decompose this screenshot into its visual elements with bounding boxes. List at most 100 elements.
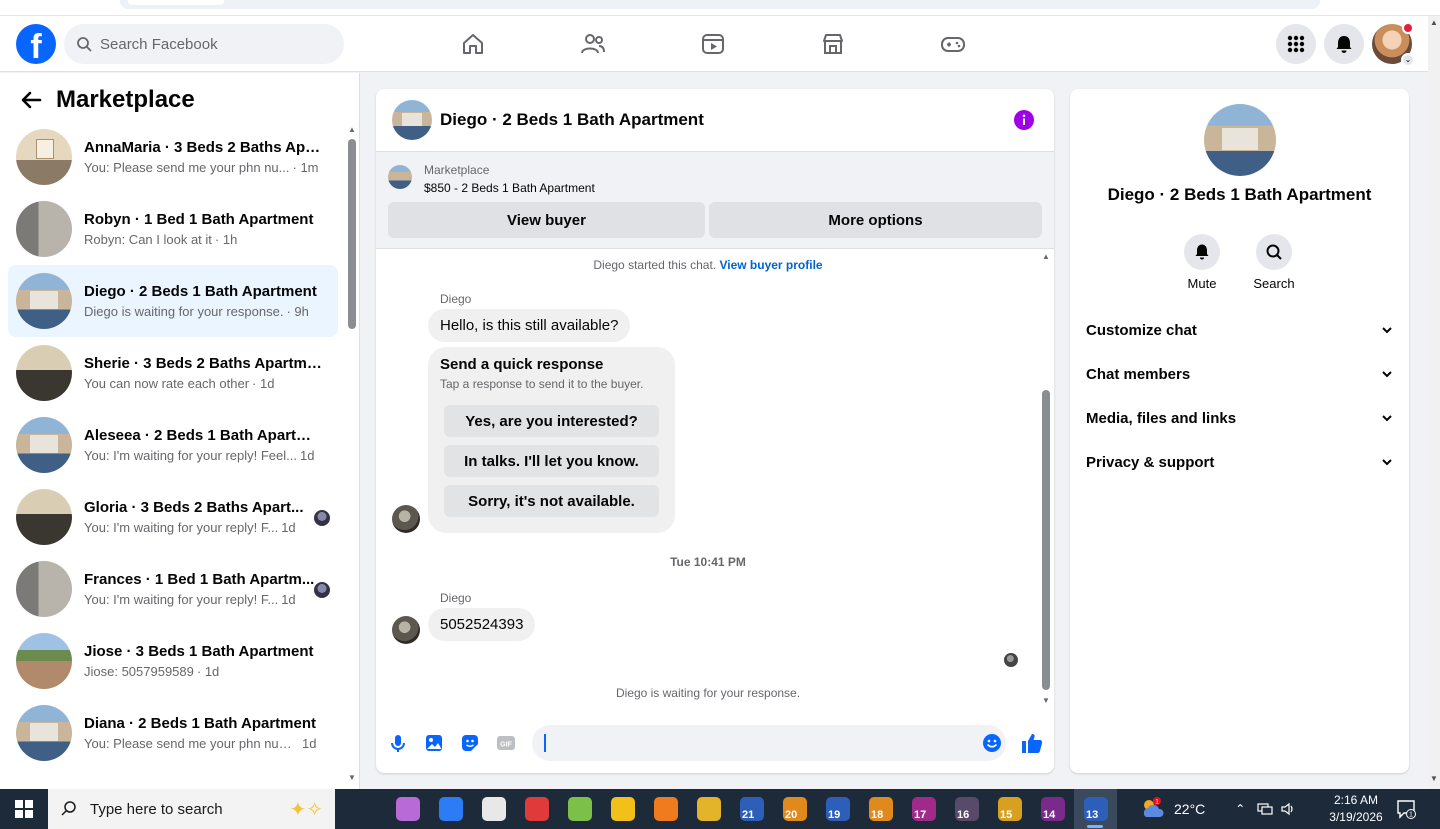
chat-header: Diego · 2 Beds 1 Bath Apartment — [376, 89, 1054, 152]
chat-avatar[interactable] — [392, 100, 432, 140]
emoji-icon[interactable] — [982, 733, 1002, 753]
search-button[interactable]: Search — [1244, 234, 1304, 291]
conversation-item[interactable]: AnnaMaria · 3 Beds 2 Baths Apa... You: Pl… — [8, 121, 338, 193]
profile-avatar[interactable]: ⌄ — [1372, 22, 1415, 67]
notifications-button[interactable] — [1324, 24, 1364, 64]
taskbar-app-task-view[interactable] — [343, 789, 386, 829]
chat-started-text: Diego started this chat. — [593, 258, 717, 272]
section-privacy-support[interactable]: Privacy & support — [1086, 440, 1393, 484]
gif-icon[interactable]: GIF — [496, 733, 516, 753]
nav-tab-home[interactable] — [413, 16, 533, 72]
taskbar-app-win-19[interactable]: 19 — [816, 789, 859, 829]
mute-label: Mute — [1187, 276, 1217, 291]
thumbs-up-icon[interactable] — [1020, 731, 1044, 755]
conversation-item[interactable]: Gloria · 3 Beds 2 Baths Apart... You: I'm… — [8, 481, 338, 553]
taskbar-app-paint[interactable] — [472, 789, 515, 829]
copilot-icon — [395, 797, 420, 821]
weather-icon[interactable]: 1 — [1140, 797, 1166, 821]
more-options-button[interactable]: More options — [709, 202, 1042, 238]
conversation-item[interactable]: Diego · 2 Beds 1 Bath Apartment Diego is … — [8, 265, 338, 337]
conversation-item[interactable]: Diana · 2 Beds 1 Bath Apartment You: Plea… — [8, 697, 338, 769]
scroll-down-arrow-icon[interactable]: ▼ — [1042, 696, 1050, 705]
details-avatar[interactable] — [1204, 104, 1276, 176]
browser-tab[interactable] — [128, 0, 224, 5]
taskbar-app-win-15[interactable]: 15 — [988, 789, 1031, 829]
scroll-down-arrow-icon[interactable]: ▼ — [1430, 774, 1438, 783]
conversation-item[interactable]: Frances · 1 Bed 1 Bath Apartm... You: I'm… — [8, 553, 338, 625]
back-button[interactable] — [16, 85, 46, 115]
taskbar-app-copilot[interactable] — [386, 789, 429, 829]
message-input-field[interactable] — [532, 725, 1006, 761]
view-buyer-button[interactable]: View buyer — [388, 202, 705, 238]
conversation-item[interactable]: Sherie · 3 Beds 2 Baths Apartment You can… — [8, 337, 338, 409]
facebook-logo[interactable]: f — [16, 24, 56, 64]
network-icon[interactable] — [1257, 802, 1273, 816]
sidebar-scrollbar[interactable]: ▲ ▼ — [346, 125, 358, 785]
nav-tab-gaming[interactable] — [893, 16, 1013, 72]
nav-tab-friends[interactable] — [533, 16, 653, 72]
mute-button[interactable]: Mute — [1172, 234, 1232, 291]
search-circle[interactable] — [1256, 234, 1292, 270]
conversation-item[interactable]: Aleseea · 2 Beds 1 Bath Apartment You: I'… — [8, 409, 338, 481]
taskbar-app-win-17[interactable]: 17 — [902, 789, 945, 829]
taskbar-app-win-14[interactable]: 14 — [1031, 789, 1074, 829]
taskbar-app-win-20[interactable]: 20 — [773, 789, 816, 829]
temperature[interactable]: 22°C — [1174, 801, 1205, 817]
search-bar[interactable] — [64, 24, 344, 64]
view-buyer-profile-link[interactable]: View buyer profile — [719, 258, 822, 272]
nav-tab-marketplace[interactable] — [773, 16, 893, 72]
taskbar-app-win-16[interactable]: 16 — [945, 789, 988, 829]
section-chat-members[interactable]: Chat members — [1086, 352, 1393, 396]
info-icon[interactable] — [1014, 110, 1034, 130]
sender-avatar[interactable] — [392, 505, 420, 533]
taskbar-app-win-18[interactable]: 18 — [859, 789, 902, 829]
notification-center-icon[interactable]: 1 — [1396, 799, 1416, 819]
taskbar-search[interactable]: Type here to search ✦✧ — [48, 789, 335, 829]
menu-button[interactable] — [1276, 24, 1316, 64]
nav-tab-video[interactable] — [653, 16, 773, 72]
sticker-icon[interactable] — [460, 733, 480, 753]
photo-icon[interactable] — [424, 733, 444, 753]
search-input[interactable] — [100, 35, 320, 53]
quick-reply-not-available[interactable]: Sorry, it's not available. — [444, 485, 659, 517]
start-button[interactable] — [0, 789, 48, 829]
volume-icon[interactable] — [1281, 802, 1297, 816]
taskbar-app-firefox[interactable] — [644, 789, 687, 829]
microphone-icon[interactable] — [388, 733, 408, 753]
taskbar-app-notepad[interactable] — [558, 789, 601, 829]
chat-title[interactable]: Diego · 2 Beds 1 Bath Apartment — [440, 110, 704, 130]
scroll-down-arrow-icon[interactable]: ▼ — [348, 773, 356, 782]
scroll-up-arrow-icon[interactable]: ▲ — [348, 125, 356, 134]
listing-price[interactable]: $850 - 2 Beds 1 Bath Apartment — [424, 181, 595, 195]
conversation-time: 1d — [281, 520, 296, 535]
quick-response-title: Send a quick response — [440, 356, 604, 373]
message-scrollbar[interactable]: ▲ ▼ — [1040, 250, 1052, 705]
section-media-files-links[interactable]: Media, files and links — [1086, 396, 1393, 440]
conversation-item[interactable]: Robyn · 1 Bed 1 Bath Apartment Robyn: Can… — [8, 193, 338, 265]
scrollbar-thumb[interactable] — [1042, 390, 1050, 690]
conversation-message: You can now rate each other — [84, 376, 250, 391]
listing-thumbnail[interactable] — [388, 165, 412, 189]
quick-reply-in-talks[interactable]: In talks. I'll let you know. — [444, 445, 659, 477]
mute-circle[interactable] — [1184, 234, 1220, 270]
taskbar-app-win-21[interactable]: 21 — [730, 789, 773, 829]
scroll-up-arrow-icon[interactable]: ▲ — [1042, 252, 1050, 261]
conversation-item[interactable]: Jiose · 3 Beds 1 Bath Apartment Jiose: 50… — [8, 625, 338, 697]
tray-chevron-up-icon[interactable]: ⌃ — [1235, 802, 1245, 816]
page-scrollbar[interactable]: ▲ ▼ — [1428, 16, 1440, 789]
taskbar-app-stack[interactable] — [515, 789, 558, 829]
section-customize-chat[interactable]: Customize chat — [1086, 308, 1393, 352]
taskbar-app-app-x[interactable] — [687, 789, 730, 829]
taskbar-app-win-13[interactable]: 13 — [1074, 789, 1117, 829]
quick-reply-yes[interactable]: Yes, are you interested? — [444, 405, 659, 437]
scroll-up-arrow-icon[interactable]: ▲ — [1430, 18, 1438, 27]
message-bubble[interactable]: Hello, is this still available? — [428, 309, 631, 342]
message-input[interactable] — [544, 733, 964, 750]
taskbar-app-maps[interactable] — [429, 789, 472, 829]
system-clock[interactable]: 2:16 AM 3/19/2026 — [1318, 792, 1394, 826]
browser-address-area — [120, 0, 1320, 9]
scrollbar-thumb[interactable] — [348, 139, 356, 329]
taskbar-app-chrome[interactable] — [601, 789, 644, 829]
sender-avatar[interactable] — [392, 616, 420, 644]
message-bubble[interactable]: 5052524393 — [428, 608, 536, 641]
